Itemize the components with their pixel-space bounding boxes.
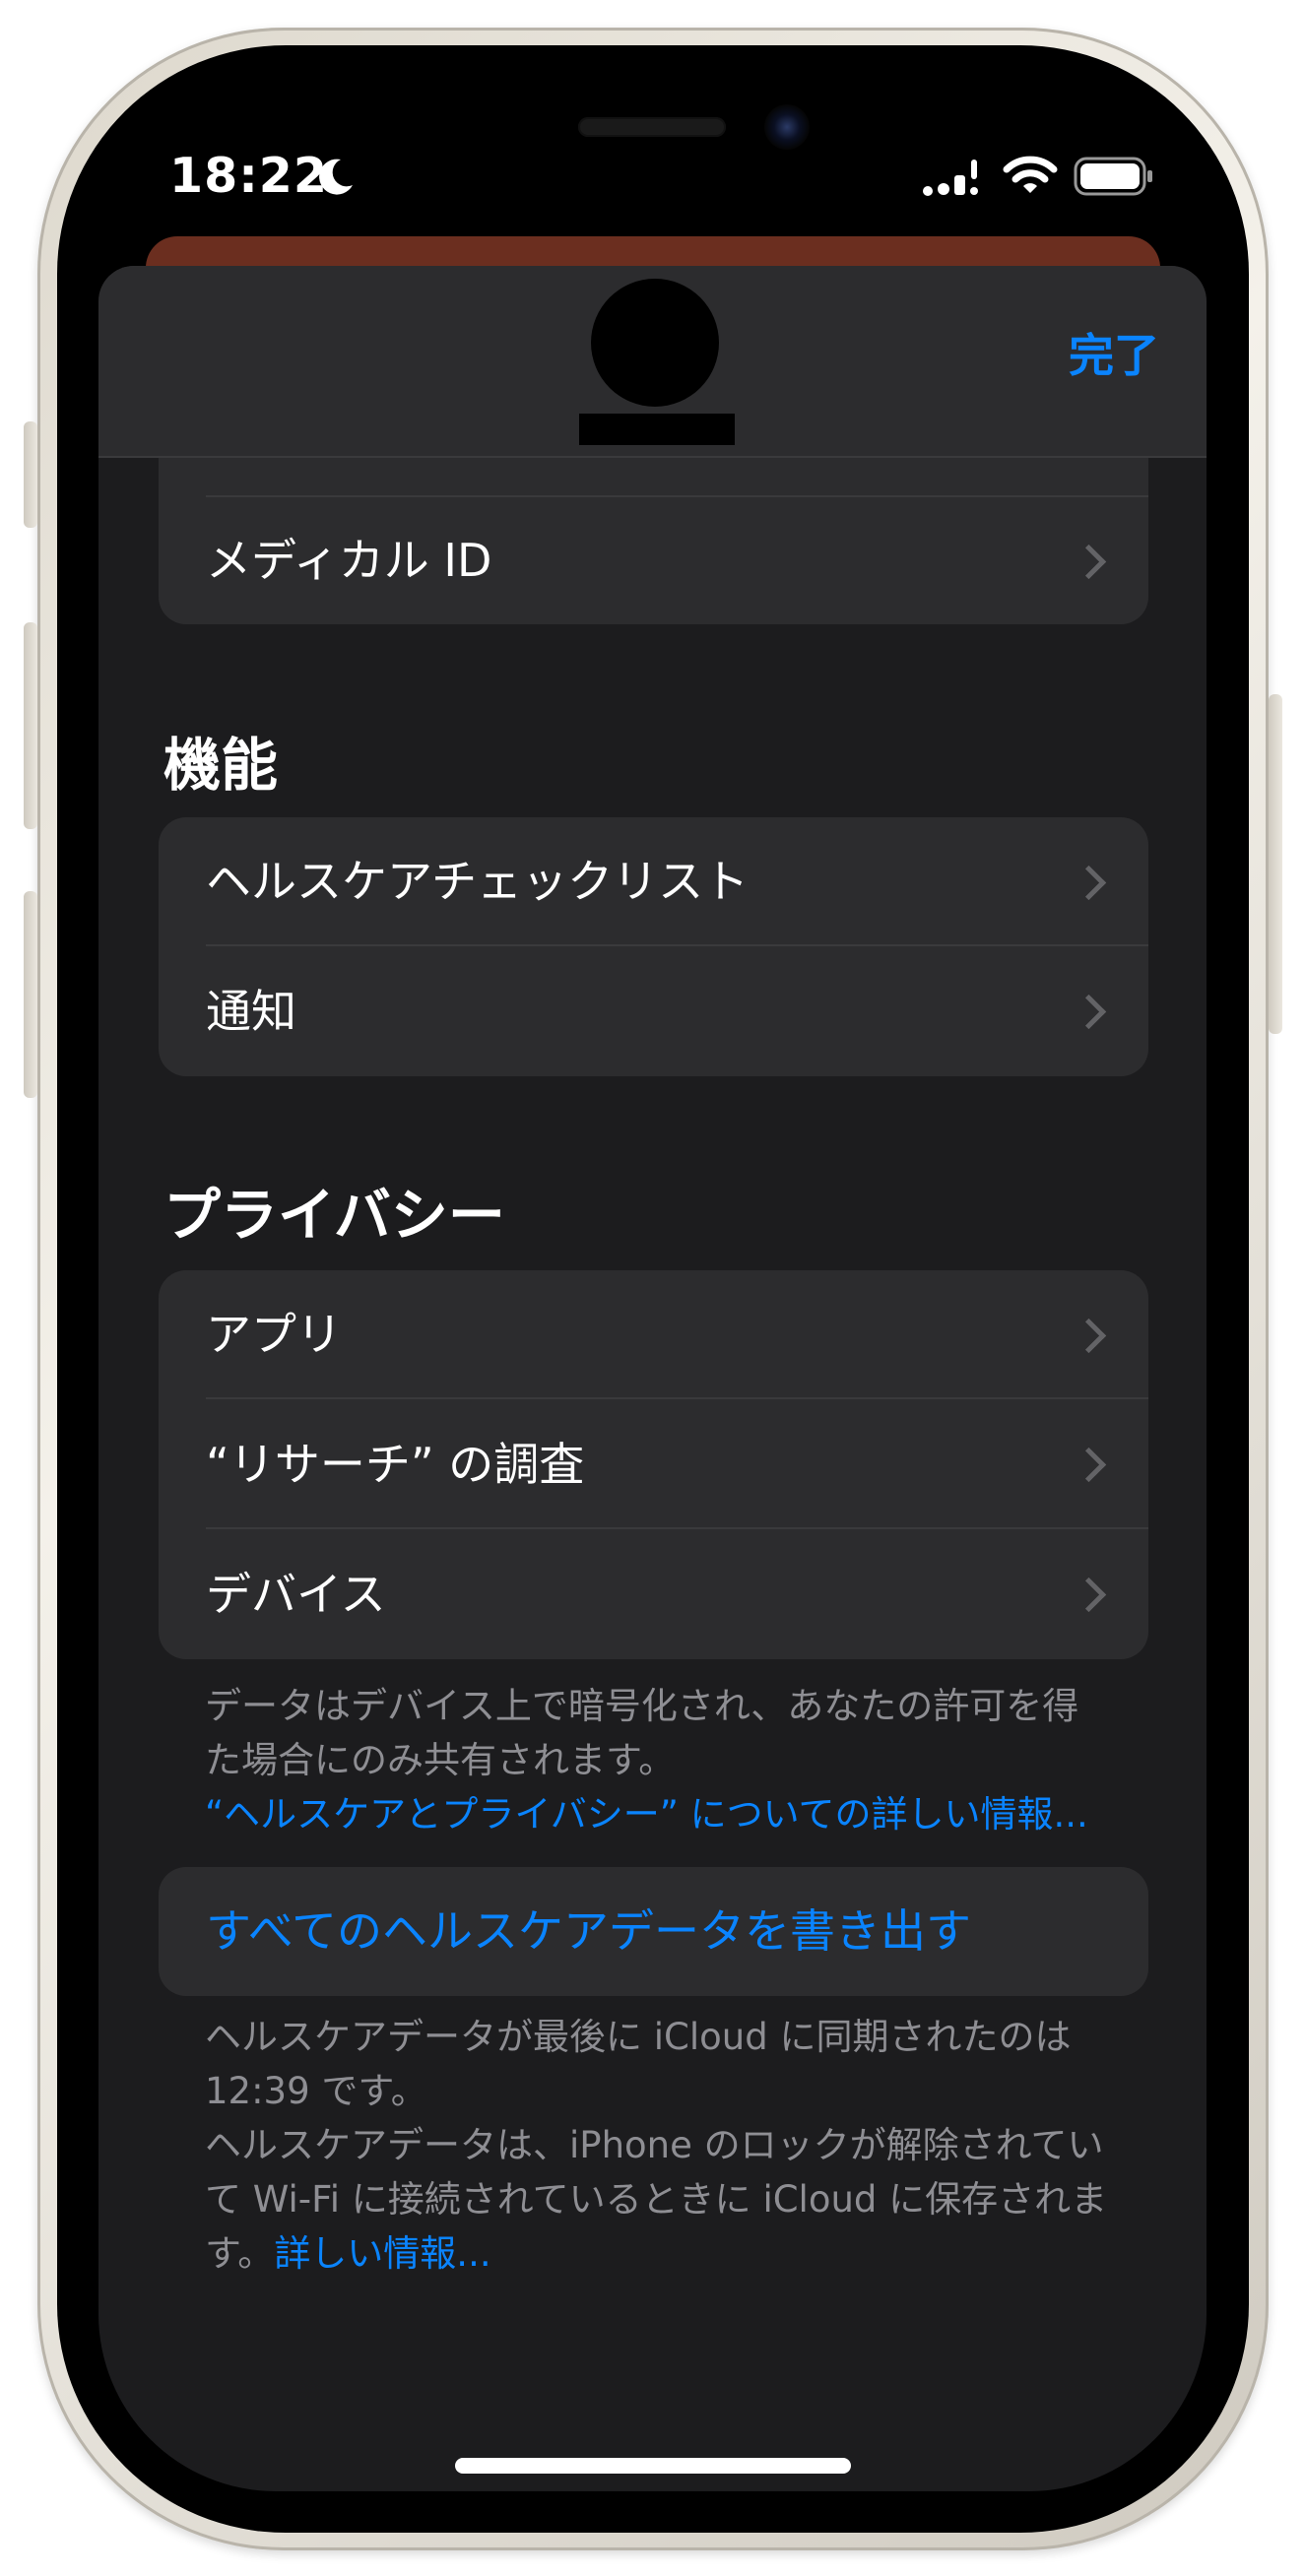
export-learn-more-link[interactable]: 詳しい情報...: [274, 2232, 490, 2275]
export-all-data-button[interactable]: すべてのヘルスケアデータを書き出す: [159, 1867, 1148, 1996]
export-footer-line: ヘルスケアデータが最後に iCloud に同期されたのは: [205, 2016, 1072, 2058]
chevron-right-icon: [1071, 865, 1107, 900]
devices-row[interactable]: デバイス: [159, 1529, 1148, 1659]
export-footer: ヘルスケアデータが最後に iCloud に同期されたのは 12:39 です。 ヘ…: [205, 2010, 1121, 2281]
apps-label: アプリ: [206, 1308, 342, 1361]
research-studies-label: “リサーチ” の調査: [206, 1438, 585, 1491]
privacy-footer-line: データはデバイス上で暗号化され、あなたの許可を得: [205, 1685, 1079, 1727]
medical-id-row[interactable]: メディカル ID: [159, 497, 1148, 624]
volume-down-button: [24, 891, 37, 1098]
avatar[interactable]: [591, 279, 719, 407]
privacy-group: アプリ “リサーチ” の調査 デバイス: [159, 1270, 1148, 1659]
privacy-learn-more-link[interactable]: “ヘルスケアとプライバシー” についての詳しい情報...: [205, 1787, 1111, 1841]
medical-id-label: メディカル ID: [206, 534, 492, 587]
export-footer-line: ヘルスケアデータは、iPhone のロックが解除されてい: [205, 2124, 1104, 2166]
notifications-label: 通知: [206, 985, 296, 1038]
export-group: すべてのヘルスケアデータを書き出す: [159, 1867, 1148, 1996]
health-checklist-row[interactable]: ヘルスケアチェックリスト: [159, 817, 1148, 946]
volume-up-button: [24, 622, 37, 829]
privacy-footer-line: た場合にのみ共有されます。: [205, 1739, 676, 1781]
notifications-row[interactable]: 通知: [159, 946, 1148, 1076]
status-time: 18:22: [169, 148, 328, 204]
health-checklist-label: ヘルスケアチェックリスト: [206, 855, 750, 908]
done-button[interactable]: 完了: [1069, 320, 1159, 385]
chevron-right-icon: [1071, 1318, 1107, 1353]
profile-name-redacted: [579, 414, 735, 445]
devices-label: デバイス: [206, 1568, 386, 1621]
chevron-right-icon: [1071, 994, 1107, 1030]
export-footer-prefix: す。: [205, 2232, 275, 2275]
features-group: ヘルスケアチェックリスト 通知: [159, 817, 1148, 1076]
export-footer-line: 12:39 です。: [205, 2070, 427, 2112]
chevron-right-icon: [1071, 544, 1107, 579]
export-all-data-label: すべてのヘルスケアデータを書き出す: [206, 1904, 971, 1958]
section-title-features: 機能: [163, 732, 279, 799]
chevron-right-icon: [1071, 1447, 1107, 1483]
battery-icon: [1074, 156, 1154, 197]
chevron-right-icon: [1071, 1577, 1107, 1613]
apps-row[interactable]: アプリ: [159, 1270, 1148, 1399]
cellular-signal-icon: [922, 156, 987, 197]
side-button: [1269, 694, 1282, 1034]
speaker-grille: [578, 117, 726, 137]
wifi-icon: [1003, 154, 1058, 197]
section-title-privacy: プライバシー: [163, 1182, 505, 1249]
moon-icon: [313, 156, 357, 199]
action-button: [24, 421, 37, 528]
export-footer-line: て Wi-Fi に接続されているときに iCloud に保存されま: [205, 2178, 1108, 2221]
front-camera: [764, 104, 810, 150]
research-studies-row[interactable]: “リサーチ” の調査: [159, 1399, 1148, 1529]
home-indicator[interactable]: [455, 2458, 851, 2474]
privacy-footer: データはデバイス上で暗号化され、あなたの許可を得 た場合にのみ共有されます。 “…: [205, 1679, 1111, 1841]
export-footer-line: す。詳しい情報...: [205, 2226, 1121, 2281]
